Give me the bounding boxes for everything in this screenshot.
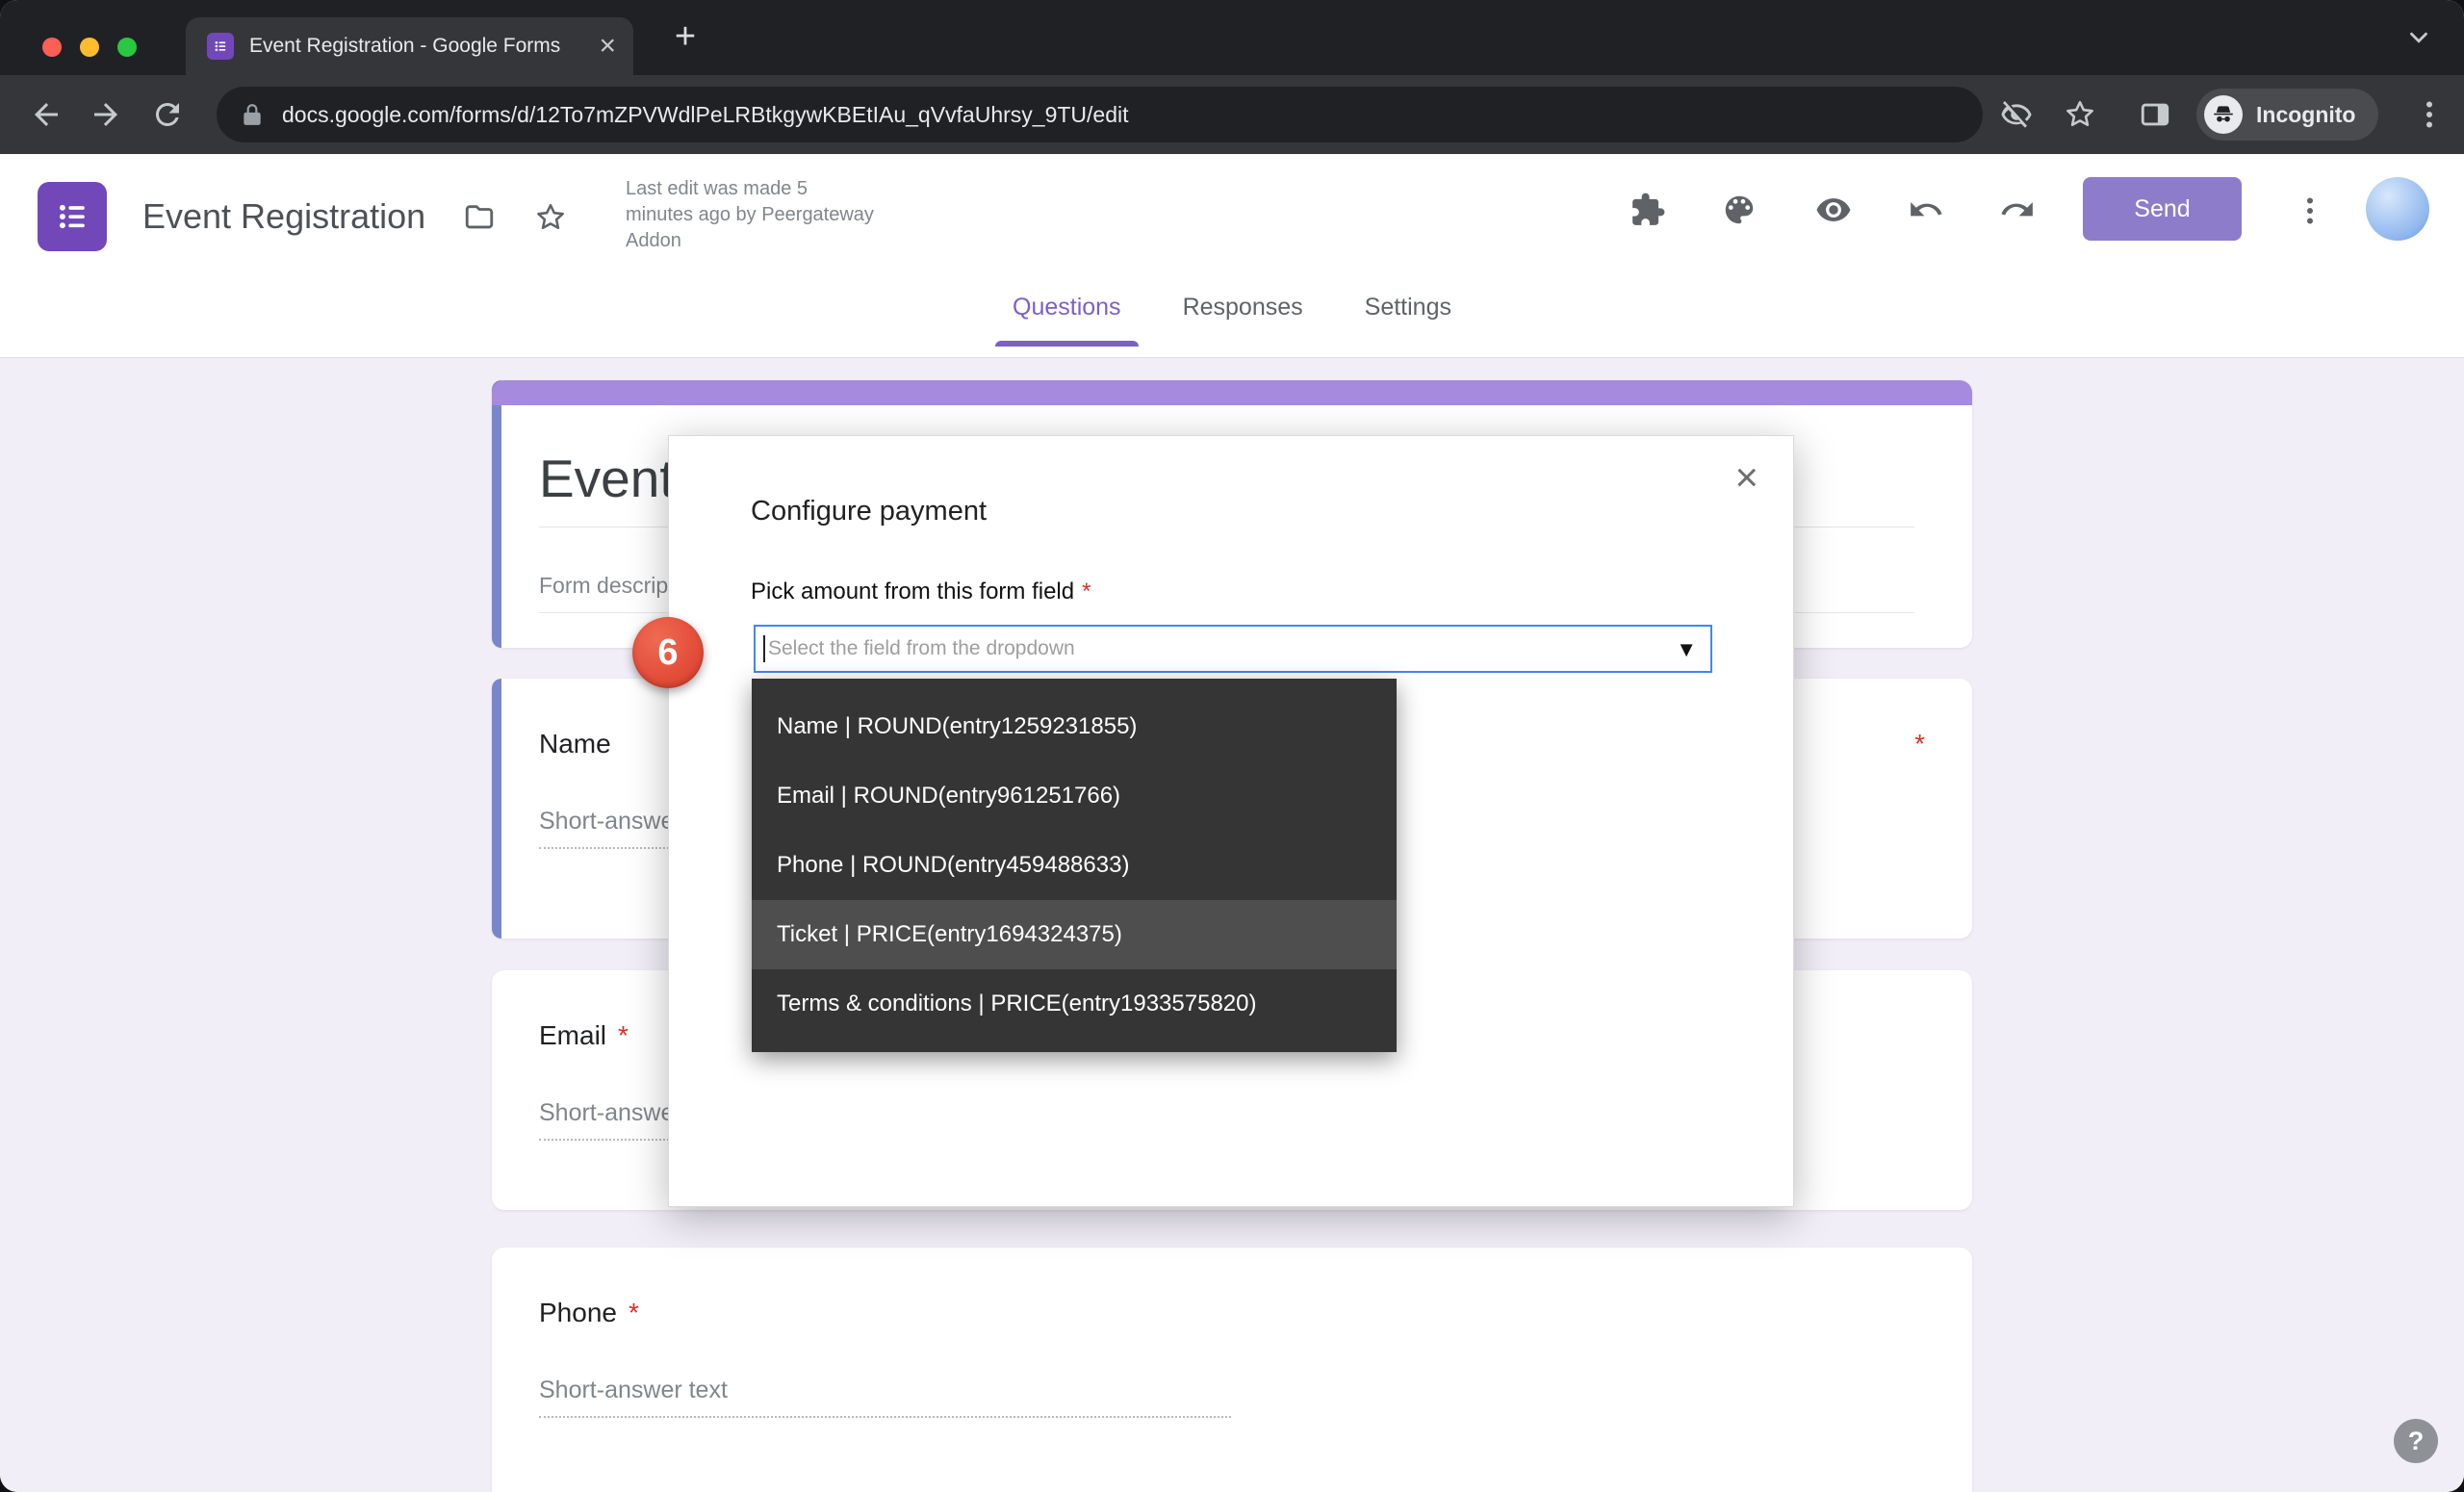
browser-tab[interactable]: Event Registration - Google Forms × (186, 17, 633, 75)
dropdown-option[interactable]: Terms & conditions | PRICE(entry19335758… (752, 969, 1397, 1039)
short-answer-placeholder[interactable]: Short-answer text (539, 1376, 1231, 1418)
preview-eye-icon[interactable] (1815, 192, 1852, 228)
back-button[interactable] (29, 97, 64, 132)
required-asterisk: * (1914, 729, 1925, 759)
tab-responses[interactable]: Responses (1177, 294, 1309, 347)
tab-settings[interactable]: Settings (1359, 294, 1457, 347)
required-asterisk: * (628, 1298, 639, 1327)
tab-search-chevron-icon[interactable] (2404, 23, 2433, 52)
browser-menu-icon[interactable] (2412, 97, 2447, 132)
form-canvas: Event Registration Form description Name… (0, 358, 2464, 1492)
question-title[interactable]: Phone (539, 1298, 617, 1328)
traffic-light-minimize[interactable] (80, 38, 99, 57)
field-dropdown-input[interactable]: Select the field from the dropdown ▼ (754, 625, 1712, 673)
form-title[interactable]: Event Registration (142, 196, 425, 237)
forward-button[interactable] (89, 97, 123, 132)
tab-strip: Event Registration - Google Forms × + (0, 0, 2464, 75)
tab-close-icon[interactable]: × (599, 32, 616, 61)
dropdown-option[interactable]: Email | ROUND(entry961251766) (752, 761, 1397, 831)
undo-icon[interactable] (1908, 192, 1944, 228)
dropdown-placeholder: Select the field from the dropdown (768, 637, 1075, 659)
dialog-close-icon[interactable]: × (1734, 457, 1758, 498)
addons-puzzle-icon[interactable] (1630, 192, 1666, 228)
form-theme-bar (492, 380, 1972, 405)
field-label: Pick amount from this form field * (751, 579, 1091, 605)
required-asterisk: * (1082, 579, 1091, 605)
browser-window: Event Registration - Google Forms × + do… (0, 0, 2464, 1492)
new-tab-button[interactable]: + (664, 15, 706, 58)
forms-nav-tabs: Questions Responses Settings (0, 282, 2464, 357)
question-title[interactable]: Email (539, 1020, 606, 1051)
url-bar[interactable]: docs.google.com/forms/d/12To7mZPVWdlPeLR… (217, 87, 1983, 142)
dropdown-option[interactable]: Name | ROUND(entry1259231855) (752, 692, 1397, 761)
help-button[interactable]: ? (2394, 1419, 2438, 1463)
forms-header: Event Registration Last edit was made 5 … (0, 154, 2464, 358)
reload-button[interactable] (150, 97, 185, 132)
incognito-badge: Incognito (2196, 89, 2379, 141)
send-button[interactable]: Send (2083, 177, 2242, 241)
dropdown-caret-icon[interactable]: ▼ (1676, 637, 1697, 662)
bookmark-star-icon[interactable] (2064, 98, 2096, 131)
move-folder-icon[interactable] (463, 201, 496, 234)
traffic-light-close[interactable] (42, 38, 62, 57)
browser-toolbar: docs.google.com/forms/d/12To7mZPVWdlPeLR… (0, 75, 2464, 154)
account-avatar[interactable] (2366, 177, 2429, 241)
question-card-phone[interactable]: Phone * Short-answer text (492, 1248, 1972, 1492)
customize-theme-palette-icon[interactable] (1721, 192, 1758, 228)
lock-icon (240, 102, 265, 127)
tab-questions[interactable]: Questions (995, 294, 1139, 347)
required-asterisk: * (618, 1020, 629, 1050)
incognito-label: Incognito (2256, 101, 2356, 127)
dropdown-option-list: Name | ROUND(entry1259231855) Email | RO… (752, 679, 1397, 1052)
forms-app-icon[interactable] (38, 182, 107, 251)
more-options-icon[interactable] (2293, 193, 2329, 230)
dropdown-option-highlighted[interactable]: Ticket | PRICE(entry1694324375) (752, 900, 1397, 969)
star-form-icon[interactable] (534, 201, 567, 234)
password-eye-off-icon[interactable] (2000, 98, 2033, 131)
redo-icon[interactable] (1999, 192, 2036, 228)
incognito-icon (2204, 95, 2243, 134)
text-caret (763, 635, 765, 662)
question-title[interactable]: Name (539, 729, 611, 759)
traffic-light-maximize[interactable] (117, 38, 137, 57)
tab-title: Event Registration - Google Forms (249, 35, 561, 57)
tutorial-step-badge: 6 (632, 617, 704, 688)
google-forms-favicon (207, 33, 234, 60)
side-panel-icon[interactable] (2139, 98, 2171, 131)
dropdown-option[interactable]: Phone | ROUND(entry459488633) (752, 831, 1397, 900)
configure-payment-dialog: × Configure payment Pick amount from thi… (668, 435, 1794, 1207)
url-text: docs.google.com/forms/d/12To7mZPVWdlPeLR… (282, 101, 1129, 127)
dialog-title: Configure payment (751, 496, 988, 527)
last-edit-note[interactable]: Last edit was made 5 minutes ago by Peer… (626, 176, 874, 254)
